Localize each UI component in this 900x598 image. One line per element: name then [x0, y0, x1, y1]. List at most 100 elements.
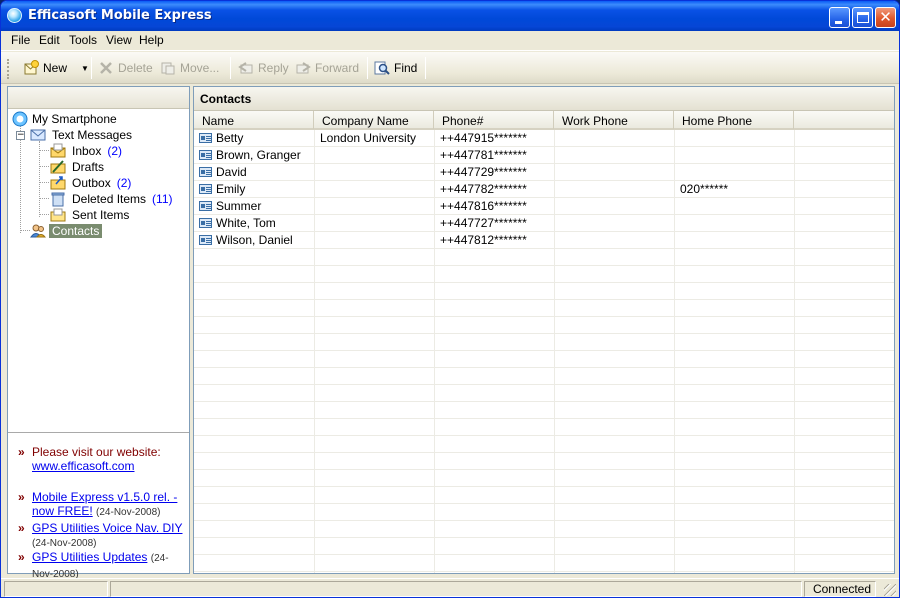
- menu-help[interactable]: Help: [139, 33, 164, 47]
- empty-row: [194, 351, 894, 368]
- column-header-name[interactable]: Name: [194, 111, 314, 129]
- navigation-pane-header: [8, 87, 189, 109]
- cell-home-phone: [680, 233, 792, 249]
- collapse-icon[interactable]: −: [16, 131, 25, 140]
- table-row[interactable]: David ++447729*******: [194, 164, 894, 181]
- cell-name: White, Tom: [216, 216, 276, 230]
- status-segment: [4, 581, 108, 597]
- cell-name: Wilson, Daniel: [216, 233, 293, 247]
- empty-row: [194, 521, 894, 538]
- news-text: Please visit our website:: [32, 445, 161, 459]
- cell-name: Emily: [216, 182, 246, 196]
- toolbar-grip[interactable]: [7, 59, 10, 79]
- cell-company: [320, 216, 432, 232]
- cell-work-phone: [560, 148, 672, 164]
- contact-card-icon: [199, 167, 212, 177]
- table-row[interactable]: Wilson, Daniel ++447812*******: [194, 232, 894, 249]
- empty-row: [194, 504, 894, 521]
- trash-icon: [50, 191, 66, 207]
- tree-item-sent-items[interactable]: Sent Items: [50, 207, 129, 223]
- contact-card-icon: [199, 201, 212, 211]
- find-button[interactable]: Find: [374, 57, 417, 79]
- maximize-button[interactable]: [852, 7, 873, 28]
- reply-label: Reply: [258, 61, 289, 75]
- move-button[interactable]: Move...: [160, 57, 219, 79]
- forward-button[interactable]: Forward: [295, 57, 359, 79]
- column-header-phone[interactable]: Phone#: [434, 111, 554, 129]
- empty-row: [194, 283, 894, 300]
- cell-work-phone: [560, 199, 672, 215]
- tree-line: [39, 182, 49, 183]
- cell-phone: ++447782*******: [440, 182, 527, 196]
- column-header-row: Name Company Name Phone# Work Phone Home…: [194, 111, 894, 130]
- tree-item-contacts[interactable]: Contacts: [30, 223, 103, 239]
- menu-file[interactable]: File: [11, 33, 30, 47]
- cell-work-phone: [560, 216, 672, 232]
- column-header-work-phone[interactable]: Work Phone: [554, 111, 674, 129]
- new-dropdown-icon[interactable]: ▼: [81, 64, 89, 73]
- reply-button[interactable]: Reply: [238, 57, 289, 79]
- delete-label: Delete: [118, 61, 153, 75]
- delete-icon: [98, 60, 114, 76]
- menu-view[interactable]: View: [106, 33, 132, 47]
- contacts-icon: [30, 223, 47, 239]
- tree-line: [20, 125, 21, 233]
- bullet-icon: »: [18, 550, 25, 564]
- empty-row: [194, 402, 894, 419]
- news-item-website: » Please visit our website: www.efficaso…: [18, 445, 183, 473]
- updates-link[interactable]: GPS Utilities Updates: [32, 550, 147, 564]
- menu-edit[interactable]: Edit: [39, 33, 60, 47]
- tree-item-inbox[interactable]: Inbox (2): [50, 143, 122, 159]
- inbox-icon: [50, 143, 66, 159]
- toolbar: New ▼ Delete Move... Reply Forward Find: [1, 52, 899, 84]
- app-window: Efficasoft Mobile Express ✕ File Edit To…: [0, 0, 900, 598]
- title-bar[interactable]: Efficasoft Mobile Express ✕: [1, 1, 899, 31]
- tree-item-text-messages[interactable]: Text Messages: [30, 127, 132, 143]
- table-row[interactable]: White, Tom ++447727*******: [194, 215, 894, 232]
- empty-row: [194, 487, 894, 504]
- table-row[interactable]: Summer ++447816*******: [194, 198, 894, 215]
- toolbar-separator: [367, 57, 368, 79]
- tree-item-my-smartphone[interactable]: My Smartphone: [12, 111, 117, 127]
- close-button[interactable]: ✕: [875, 7, 896, 28]
- cell-company: [320, 165, 432, 181]
- menu-tools[interactable]: Tools: [69, 33, 97, 47]
- unread-count: (2): [107, 144, 123, 158]
- delete-button[interactable]: Delete: [98, 57, 153, 79]
- cell-phone: ++447915*******: [440, 131, 527, 145]
- envelope-icon: [30, 127, 46, 143]
- column-header-home-phone[interactable]: Home Phone: [674, 111, 794, 129]
- deleted-count: (11): [152, 192, 173, 206]
- cell-company: London University: [320, 131, 417, 145]
- minimize-icon: [835, 21, 842, 24]
- tree-item-outbox[interactable]: Outbox (2): [50, 175, 131, 191]
- folder-tree: My Smartphone − Text Messages Inbox (2): [8, 109, 189, 431]
- voice-nav-link[interactable]: GPS Utilities Voice Nav. DIY: [32, 521, 183, 535]
- cell-company: [320, 233, 432, 249]
- find-label: Find: [394, 61, 418, 75]
- website-link[interactable]: www.efficasoft.com: [32, 459, 134, 473]
- tree-item-deleted-items[interactable]: Deleted Items (11): [50, 191, 173, 207]
- table-row[interactable]: Betty London University ++447915*******: [194, 130, 894, 147]
- tree-item-drafts[interactable]: Drafts: [50, 159, 104, 175]
- menu-bar: File Edit Tools View Help: [1, 31, 899, 51]
- table-row[interactable]: Emily ++447782******* 020******: [194, 181, 894, 198]
- tree-label: Deleted Items: [72, 192, 147, 206]
- tree-label: Drafts: [72, 160, 105, 174]
- cell-phone: ++447816*******: [440, 199, 527, 213]
- cell-company: [320, 148, 432, 164]
- cell-name: Summer: [216, 199, 262, 213]
- empty-row: [194, 436, 894, 453]
- new-icon: [23, 60, 39, 76]
- tree-label: Text Messages: [52, 128, 133, 142]
- cell-work-phone: [560, 182, 672, 198]
- table-row[interactable]: Brown, Granger ++447781*******: [194, 147, 894, 164]
- empty-row: [194, 538, 894, 555]
- contacts-pane: Contacts Name Company Name Phone# Work P…: [193, 86, 895, 574]
- resize-grip-icon[interactable]: [884, 584, 896, 596]
- maximize-icon: [857, 12, 869, 23]
- minimize-button[interactable]: [829, 7, 850, 28]
- new-button[interactable]: New ▼: [23, 57, 89, 79]
- column-header-company[interactable]: Company Name: [314, 111, 434, 129]
- status-segment: [110, 581, 802, 597]
